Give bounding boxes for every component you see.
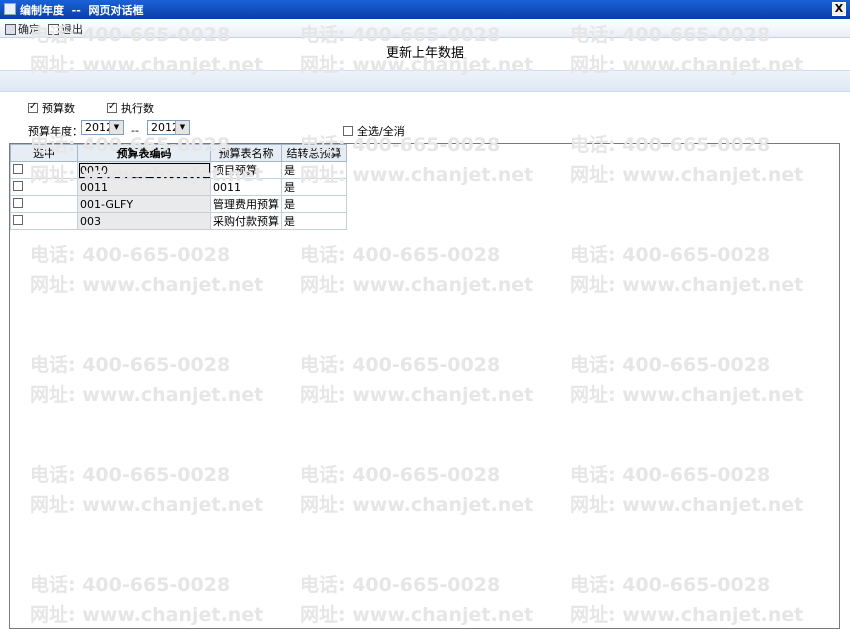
col-header-carry[interactable]: 结转总预算	[281, 144, 347, 162]
title-bar: 编制年度 -- 网页对话框 X	[0, 0, 850, 19]
row-select-cell[interactable]	[10, 178, 78, 196]
budget-year-label: 预算年度：	[28, 125, 83, 138]
header-band	[0, 70, 850, 92]
grid-header-row: 选中 预算表编码 预算表名称 结转总预算	[10, 144, 347, 162]
year-separator: --	[131, 124, 139, 137]
code-cell[interactable]: 003	[77, 212, 211, 230]
name-cell: 管理费用预算	[210, 195, 282, 213]
table-row[interactable]: 0011 0011 是	[10, 178, 347, 196]
code-cell[interactable]: 001-GLFY	[77, 195, 211, 213]
code-cell[interactable]: 0010	[77, 161, 211, 179]
exec-checkbox-box[interactable]	[107, 101, 117, 113]
carry-cell: 是	[281, 178, 347, 196]
carry-cell: 是	[281, 161, 347, 179]
carry-cell: 是	[281, 195, 347, 213]
window-title: 编制年度 -- 网页对话框	[20, 4, 144, 17]
row-checkbox[interactable]	[13, 197, 23, 208]
name-cell: 项目预算	[210, 161, 282, 179]
name-cell: 0011	[210, 178, 282, 196]
row-select-cell[interactable]	[10, 195, 78, 213]
code-cell[interactable]: 0011	[77, 178, 211, 196]
confirm-button[interactable]: 确定	[5, 21, 40, 37]
select-all-label: 全选/全消	[357, 125, 405, 138]
confirm-label: 确定	[18, 23, 40, 36]
table-row[interactable]: 0010 项目预算 是	[10, 161, 347, 179]
exit-label: 退出	[61, 23, 83, 36]
row-checkbox[interactable]	[13, 214, 23, 225]
table-row[interactable]: 003 采购付款预算 是	[10, 212, 347, 230]
chevron-down-icon[interactable]: ▼	[175, 121, 189, 134]
row-select-cell[interactable]	[10, 161, 78, 179]
exec-checkbox-label: 执行数	[121, 102, 154, 115]
save-icon	[5, 23, 16, 35]
budget-checkbox-box[interactable]	[28, 101, 38, 113]
row-checkbox[interactable]	[13, 180, 23, 191]
budget-checkbox[interactable]: 预算数	[28, 100, 75, 116]
window-icon	[4, 3, 16, 15]
select-all-checkbox-box[interactable]	[343, 126, 353, 136]
exec-checkbox[interactable]: 执行数	[107, 100, 154, 116]
year-to-select[interactable]: 2012 ▼	[147, 120, 190, 135]
exit-button[interactable]: 退出	[48, 21, 83, 37]
name-cell: 采购付款预算	[210, 212, 282, 230]
year-from-select[interactable]: 2012 ▼	[81, 120, 124, 135]
row-select-cell[interactable]	[10, 212, 78, 230]
table-row[interactable]: 001-GLFY 管理费用预算 是	[10, 195, 347, 213]
select-all-checkbox[interactable]: 全选/全消	[343, 123, 405, 139]
toolbar: 确定 退出	[0, 19, 850, 38]
budget-grid: 选中 预算表编码 预算表名称 结转总预算 0010 项目预算 是 0011 00…	[10, 144, 347, 230]
budget-checkbox-label: 预算数	[42, 102, 75, 115]
budget-grid-panel: 选中 预算表编码 预算表名称 结转总预算 0010 项目预算 是 0011 00…	[9, 143, 840, 629]
close-button[interactable]: X	[832, 2, 846, 16]
col-header-select[interactable]: 选中	[10, 144, 78, 162]
chevron-down-icon[interactable]: ▼	[109, 121, 123, 134]
col-header-name[interactable]: 预算表名称	[210, 144, 282, 162]
row-checkbox[interactable]	[13, 163, 23, 174]
carry-cell: 是	[281, 212, 347, 230]
page-title: 更新上年数据	[385, 46, 464, 61]
col-header-code[interactable]: 预算表编码	[77, 144, 211, 162]
exit-icon	[48, 23, 59, 35]
